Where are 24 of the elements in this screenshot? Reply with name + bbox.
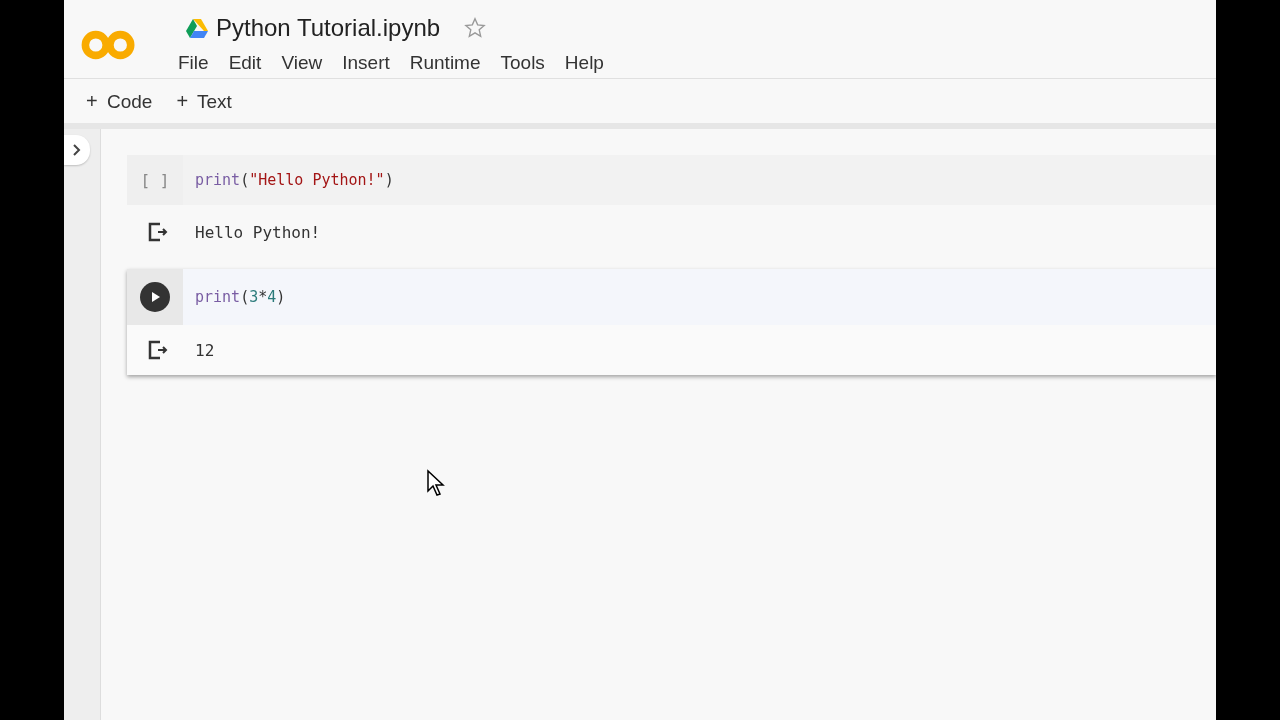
notebook-title[interactable]: Python Tutorial.ipynb (216, 14, 441, 42)
output-icon (148, 222, 170, 242)
menu-item[interactable]: Runtime (409, 52, 481, 74)
add-cell-button[interactable]: + Code (82, 85, 157, 117)
code-cell[interactable]: [ ] print("Hello Python!") Hello Python! (127, 155, 1216, 259)
add-cell-button[interactable]: + Text (172, 85, 236, 117)
menu-item[interactable]: File (178, 52, 209, 74)
menu-item[interactable]: Tools (500, 52, 545, 74)
output-icon (148, 340, 170, 360)
drive-icon (186, 18, 208, 38)
menu-item[interactable]: View (281, 52, 323, 74)
cell-output: Hello Python! (195, 222, 321, 242)
sidebar-toggle[interactable] (64, 135, 90, 165)
code-line[interactable]: print("Hello Python!") (195, 171, 394, 189)
run-icon[interactable] (140, 282, 170, 312)
mouse-cursor-icon (426, 469, 446, 497)
star-icon[interactable] (464, 17, 487, 39)
cell-output: 12 (195, 340, 215, 360)
code-line[interactable]: print(3*4) (195, 288, 286, 306)
menu-item[interactable]: Help (564, 52, 604, 74)
menu-item[interactable]: Insert (342, 52, 390, 74)
menu-item[interactable]: Edit (228, 52, 262, 74)
chevron-icon (72, 143, 82, 157)
code-cell[interactable]: print(3*4) 12 (127, 269, 1216, 375)
